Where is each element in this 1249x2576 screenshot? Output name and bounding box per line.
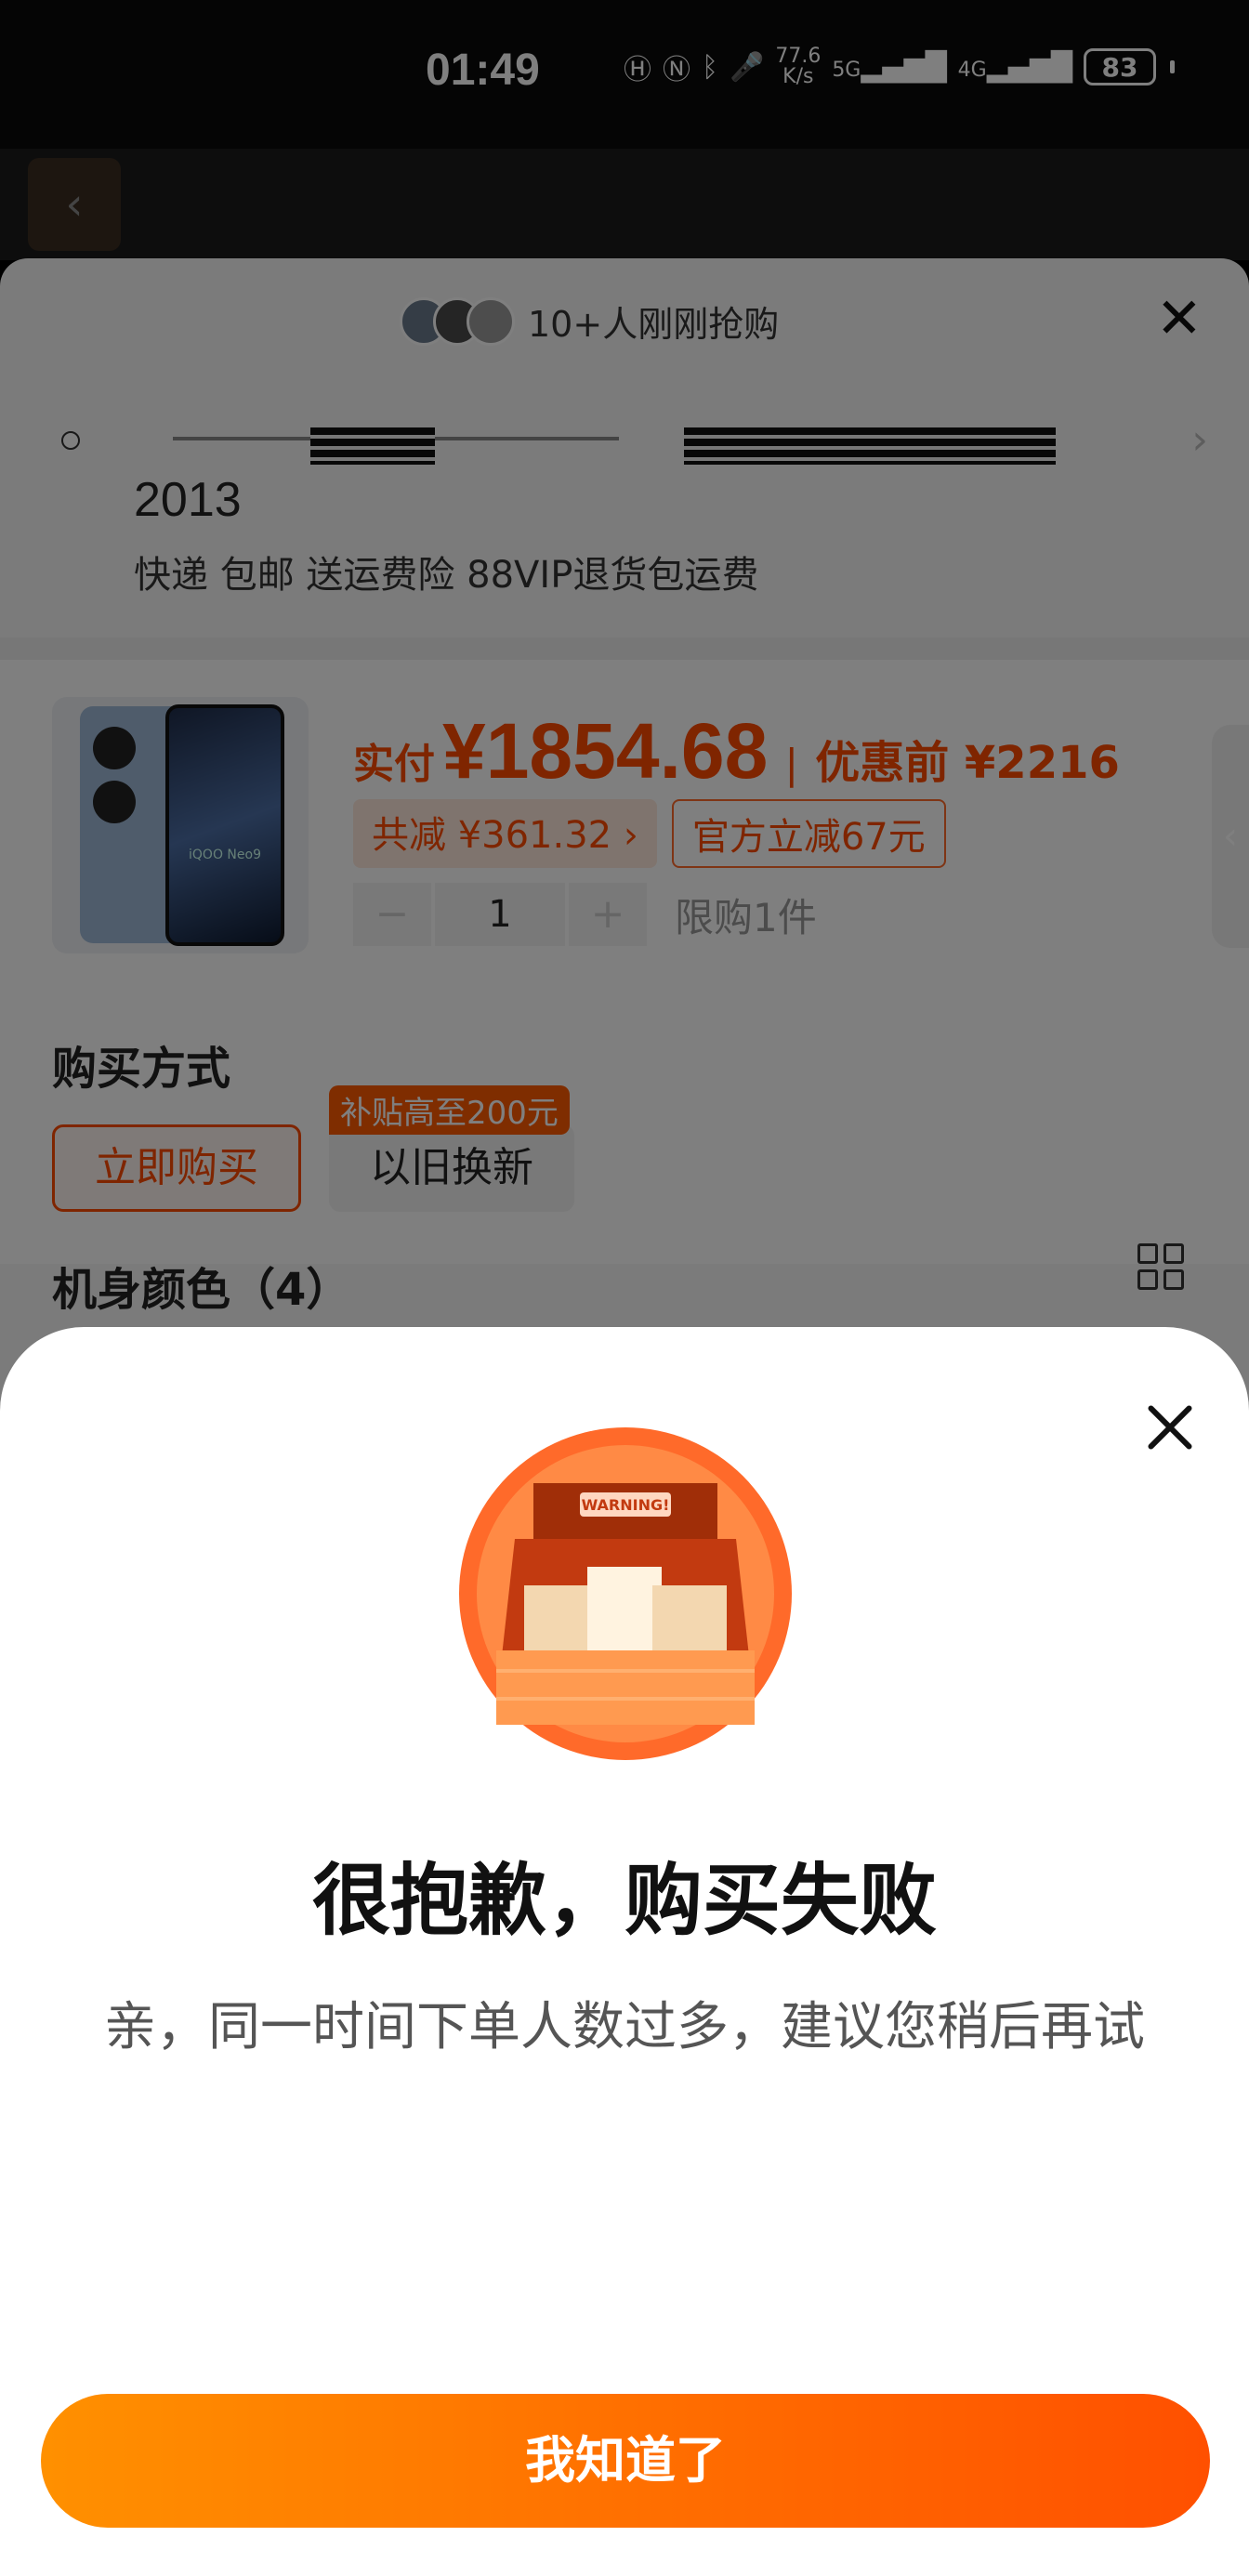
modal-close-icon[interactable] xyxy=(1141,1400,1197,1455)
purchase-failed-modal: WARNING! 很抱歉，购买失败 亲，同一时间下单人数过多，建议您稍后再试 我… xyxy=(0,1327,1249,2576)
warning-sign-text: WARNING! xyxy=(582,1496,670,1514)
modal-title: 很抱歉，购买失败 xyxy=(311,1855,937,1946)
confirm-button[interactable]: 我知道了 xyxy=(41,2394,1210,2528)
delivery-truck-illustration: WARNING! xyxy=(459,1427,792,1760)
modal-description: 亲，同一时间下单人数过多，建议您稍后再试 xyxy=(104,1997,1145,2057)
